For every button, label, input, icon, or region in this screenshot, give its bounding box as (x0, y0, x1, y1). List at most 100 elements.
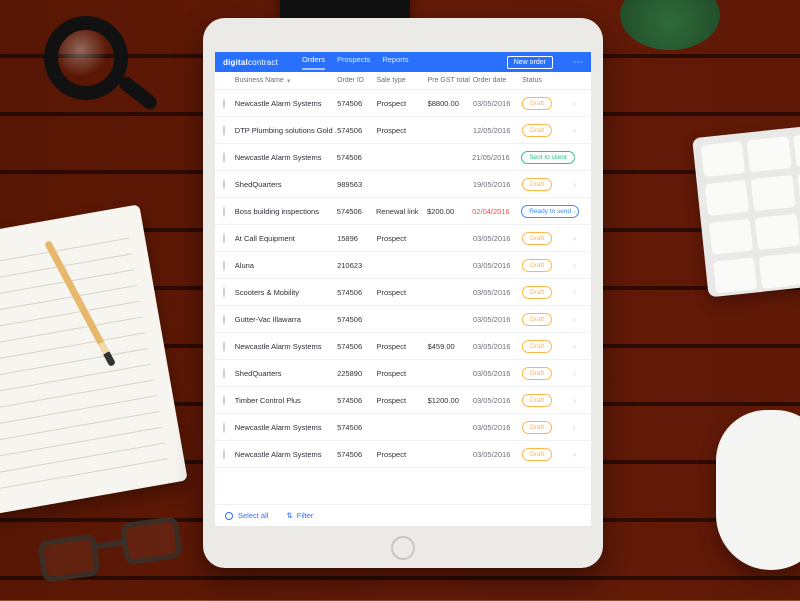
table-row[interactable]: DTP Plumbing solutions Gold ...574506Pro… (215, 117, 591, 144)
row-select-circle[interactable] (223, 395, 225, 406)
col-header-sale-type[interactable]: Sale type (376, 77, 427, 84)
tab-reports[interactable]: Reports (382, 55, 408, 70)
row-select-circle[interactable] (223, 260, 225, 271)
status-pill: Draft (522, 313, 552, 326)
row-select-circle[interactable] (223, 206, 225, 217)
filter-button[interactable]: ⇅Filter (286, 511, 313, 520)
row-chevron-icon[interactable]: › (573, 396, 583, 405)
cell-sale-type: Prospect (376, 99, 427, 108)
cell-status: Sent to client (521, 151, 573, 164)
tab-orders[interactable]: Orders (302, 55, 325, 70)
row-chevron-icon[interactable]: › (573, 423, 583, 432)
col-header-order-id[interactable]: Order ID (337, 77, 376, 84)
col-header-business-name[interactable]: Business Name▾ (235, 77, 337, 85)
cell-order-date: 03/05/2016 (473, 369, 522, 378)
cell-status: Draft (522, 286, 573, 299)
row-select-circle[interactable] (223, 314, 225, 325)
row-chevron-icon[interactable]: › (573, 288, 583, 297)
keyboard-prop (692, 123, 800, 298)
row-chevron-icon[interactable]: › (573, 261, 583, 270)
cell-order-id: 574506 (337, 450, 376, 459)
cell-business-name: Gutter-Vac Illawarra (235, 315, 337, 324)
top-nav-bar: digitalcontract Orders Prospects Reports… (215, 52, 591, 72)
cell-business-name: Scooters & Mobility (235, 288, 337, 297)
cell-business-name: Boss building inspections (235, 207, 337, 216)
table-row[interactable]: Gutter-Vac Illawarra57450603/05/2016Draf… (215, 306, 591, 333)
row-select-circle[interactable] (223, 449, 225, 460)
table-row[interactable]: Timber Control Plus574506Prospect$1200.0… (215, 387, 591, 414)
cell-business-name: Aluna (235, 261, 337, 270)
col-header-order-date[interactable]: Order date (473, 77, 522, 84)
row-select-circle[interactable] (223, 341, 225, 352)
table-row[interactable]: Scooters & Mobility574506Prospect03/05/2… (215, 279, 591, 306)
col-header-status[interactable]: Status (522, 77, 573, 84)
row-select-circle[interactable] (223, 233, 225, 244)
row-select-circle[interactable] (223, 98, 225, 109)
cell-status: Draft (522, 124, 573, 137)
status-pill: Draft (522, 394, 552, 407)
row-chevron-icon[interactable]: › (573, 180, 583, 189)
cell-order-date: 03/05/2016 (473, 315, 522, 324)
row-chevron-icon[interactable]: › (573, 369, 583, 378)
cell-order-id: 574506 (337, 423, 376, 432)
col-header-total[interactable]: Pre GST total (428, 77, 473, 84)
select-all-icon (225, 512, 233, 520)
status-pill: Draft (522, 421, 552, 434)
table-row[interactable]: Newcastle Alarm Systems574506Prospect$88… (215, 90, 591, 117)
tablet-home-button[interactable] (391, 536, 415, 560)
table-row[interactable]: ShedQuarters98956319/05/2016Draft› (215, 171, 591, 198)
mouse-prop (716, 410, 800, 570)
cell-order-date: 03/05/2016 (473, 342, 522, 351)
table-row[interactable]: Newcastle Alarm Systems57450621/05/2016S… (215, 144, 591, 171)
cell-sale-type: Prospect (376, 369, 427, 378)
cell-total: $1200.00 (428, 396, 473, 405)
nav-tabs: Orders Prospects Reports (302, 55, 409, 70)
more-menu-icon[interactable]: ⋯ (573, 57, 583, 68)
cell-order-date: 03/05/2016 (473, 423, 522, 432)
row-select-circle[interactable] (223, 368, 225, 379)
row-chevron-icon[interactable]: › (573, 153, 583, 162)
plant-prop (620, 0, 720, 50)
cell-status: Draft (522, 421, 573, 434)
row-chevron-icon[interactable]: › (573, 315, 583, 324)
cell-order-id: 574506 (337, 396, 376, 405)
cell-order-id: 574506 (337, 126, 376, 135)
status-pill: Draft (522, 97, 552, 110)
new-order-button[interactable]: New order (507, 56, 553, 69)
row-select-circle[interactable] (223, 179, 225, 190)
cell-order-date: 03/05/2016 (473, 99, 522, 108)
cell-order-date: 03/05/2016 (473, 396, 522, 405)
desk-scene: digitalcontract Orders Prospects Reports… (0, 0, 800, 600)
row-select-circle[interactable] (223, 152, 225, 163)
row-select-circle[interactable] (223, 422, 225, 433)
cell-status: Draft (522, 313, 573, 326)
cell-status: Draft (522, 340, 573, 353)
cell-order-id: 574506 (337, 207, 376, 216)
table-row[interactable]: At Call Equipment15896Prospect03/05/2016… (215, 225, 591, 252)
tab-prospects[interactable]: Prospects (337, 55, 370, 70)
table-row[interactable]: Newcastle Alarm Systems574506Prospect$45… (215, 333, 591, 360)
status-pill: Draft (522, 286, 552, 299)
sort-chevron-icon: ▾ (287, 77, 291, 85)
row-chevron-icon[interactable]: › (573, 207, 583, 216)
cell-status: Draft (522, 394, 573, 407)
table-row[interactable]: Newcastle Alarm Systems574506Prospect03/… (215, 441, 591, 468)
tablet-device: digitalcontract Orders Prospects Reports… (203, 18, 603, 568)
select-all-button[interactable]: Select all (225, 511, 268, 520)
footer-bar: Select all ⇅Filter (215, 504, 591, 526)
cell-sale-type: Prospect (376, 342, 427, 351)
cell-order-date: 03/05/2016 (473, 288, 522, 297)
row-chevron-icon[interactable]: › (573, 450, 583, 459)
row-chevron-icon[interactable]: › (573, 99, 583, 108)
row-select-circle[interactable] (223, 287, 225, 298)
row-chevron-icon[interactable]: › (573, 342, 583, 351)
row-chevron-icon[interactable]: › (573, 126, 583, 135)
table-row[interactable]: Aluna21062303/05/2016Draft› (215, 252, 591, 279)
cell-status: Draft (522, 178, 573, 191)
row-select-circle[interactable] (223, 125, 225, 136)
table-row[interactable]: Boss building inspections574506Renewal l… (215, 198, 591, 225)
status-pill: Draft (522, 340, 552, 353)
row-chevron-icon[interactable]: › (573, 234, 583, 243)
table-row[interactable]: ShedQuarters225890Prospect03/05/2016Draf… (215, 360, 591, 387)
table-row[interactable]: Newcastle Alarm Systems57450603/05/2016D… (215, 414, 591, 441)
